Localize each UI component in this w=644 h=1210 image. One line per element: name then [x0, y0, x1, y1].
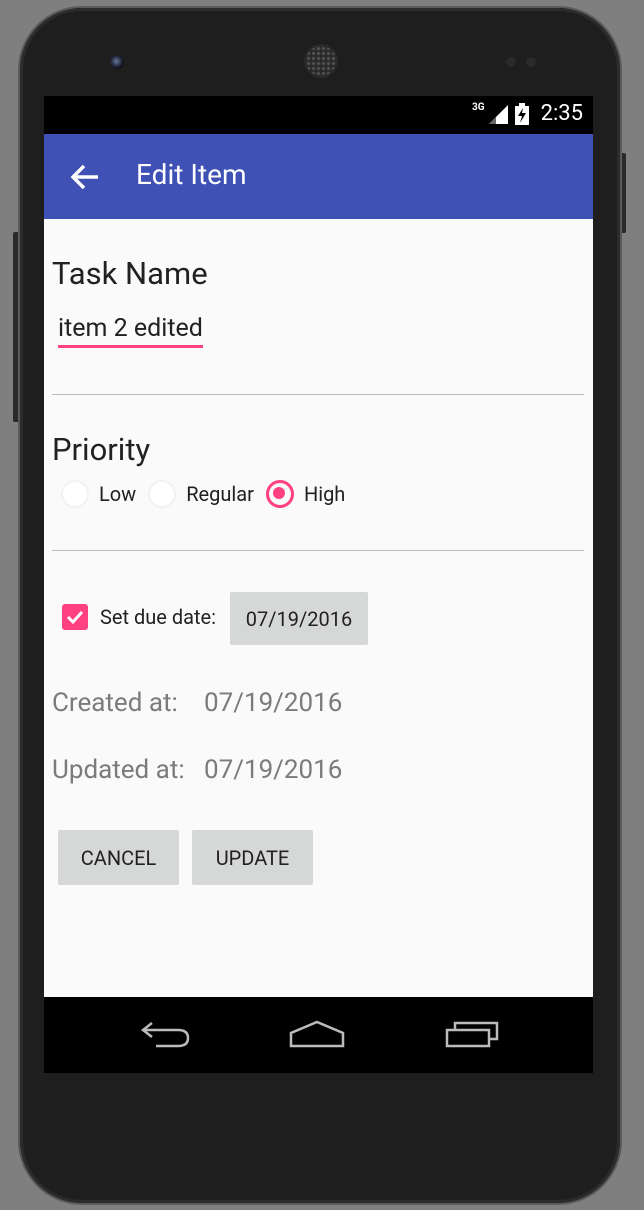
task-name-input[interactable]: item 2 edited	[58, 314, 203, 348]
due-date-checkbox-row[interactable]: Set due date:	[62, 604, 216, 630]
power-button	[619, 153, 626, 233]
priority-high-radio[interactable]: High	[265, 480, 346, 508]
priority-high-label: High	[303, 482, 346, 506]
created-at-label: Created at:	[52, 688, 178, 718]
updated-at-value: 07/19/2016	[204, 755, 343, 785]
due-date-checkbox-label: Set due date:	[100, 605, 217, 629]
arrow-back-icon[interactable]	[68, 162, 104, 192]
app-toolbar: Edit Item	[44, 134, 593, 219]
priority-radio-group: Low Regular High	[61, 480, 357, 508]
cancel-button[interactable]: CANCEL	[58, 830, 179, 885]
navigation-bar	[44, 997, 593, 1073]
priority-low-radio[interactable]: Low	[61, 480, 136, 508]
proximity-sensor	[506, 57, 516, 67]
light-sensor	[526, 57, 536, 67]
status-bar: 3G 2:35	[44, 96, 593, 134]
radio-checked-icon	[265, 480, 294, 508]
check-icon	[66, 610, 84, 625]
priority-label: Priority	[52, 431, 151, 468]
battery-charging-icon	[514, 102, 529, 125]
radio-unchecked-icon	[148, 480, 177, 508]
signal-icon	[488, 104, 508, 124]
updated-at-row: Updated at: 07/19/2016	[52, 755, 342, 785]
home-nav-icon[interactable]	[288, 1019, 346, 1049]
earpiece-speaker	[306, 46, 336, 76]
due-date-checkbox[interactable]	[62, 604, 88, 630]
priority-low-label: Low	[99, 482, 137, 506]
status-clock: 2:35	[540, 101, 583, 126]
divider	[52, 550, 584, 551]
due-date-button[interactable]: 07/19/2016	[230, 592, 368, 645]
update-button[interactable]: UPDATE	[192, 830, 313, 885]
front-camera	[110, 55, 124, 69]
screen: 3G 2:35 Edit Item Task Name item 2 edite…	[44, 96, 593, 1073]
divider	[52, 394, 584, 395]
task-name-label: Task Name	[52, 255, 208, 292]
created-at-row: Created at: 07/19/2016	[52, 688, 342, 718]
updated-at-label: Updated at:	[52, 755, 185, 785]
priority-regular-label: Regular	[186, 482, 254, 506]
recents-nav-icon[interactable]	[444, 1019, 500, 1049]
radio-unchecked-icon	[61, 480, 89, 508]
network-type: 3G	[472, 102, 485, 113]
created-at-value: 07/19/2016	[204, 688, 343, 718]
back-nav-icon[interactable]	[140, 1019, 192, 1049]
priority-regular-radio[interactable]: Regular	[148, 480, 254, 508]
toolbar-title: Edit Item	[136, 158, 247, 191]
